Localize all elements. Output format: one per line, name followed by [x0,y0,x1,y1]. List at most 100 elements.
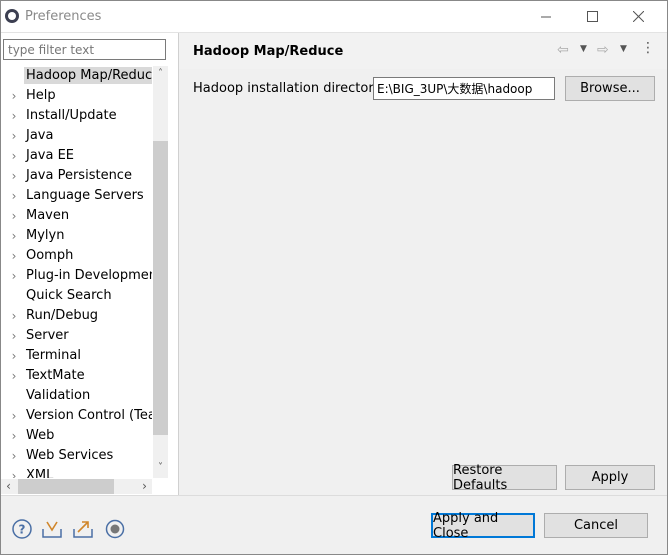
tree-item[interactable]: › XML [1,466,152,478]
page-body: Hadoop installation directory: Browse...… [179,69,667,495]
expand-chevron-icon[interactable]: › [9,426,19,446]
preference-tree: Hadoop Map/Reduce › Help › Install/Update › Ja… [1,66,152,478]
tree-item[interactable]: › TextMate [1,366,152,386]
tree-item[interactable]: Quick Search [1,286,152,306]
tree-item[interactable]: Hadoop Map/Reduce [1,66,152,86]
tree-vertical-scrollbar[interactable]: ˄ ˅ [153,66,168,478]
scroll-down-icon[interactable]: ˅ [153,462,168,473]
svg-text:?: ? [19,523,26,537]
tree-item[interactable]: › Run/Debug [1,306,152,326]
tree-item-label: Language Servers [26,188,144,203]
tree-item[interactable]: › Java Persistence [1,166,152,186]
tree-item[interactable]: › Mylyn [1,226,152,246]
tree-item[interactable]: › Language Servers [1,186,152,206]
tree-item[interactable]: › Server [1,326,152,346]
tree-item[interactable]: › Web Services [1,446,152,466]
tree-item-label: Install/Update [26,108,117,123]
minimize-icon [541,16,551,17]
export-icon[interactable] [72,518,94,540]
expand-chevron-icon[interactable]: › [9,126,19,146]
title-bar: Preferences [1,1,667,32]
tree-item[interactable]: › Version Control (Team) [1,406,152,426]
expand-chevron-icon[interactable]: › [9,186,19,206]
expand-chevron-icon[interactable]: › [9,246,19,266]
expand-chevron-icon[interactable]: › [9,86,19,106]
tree-item-label: Maven [26,208,70,223]
tree-item[interactable]: › Maven [1,206,152,226]
expand-chevron-icon[interactable]: › [9,106,19,126]
vertical-scroll-thumb[interactable] [153,141,168,435]
minimize-button[interactable] [523,1,569,32]
tree-item-label: Oomph [26,248,74,263]
expand-chevron-icon[interactable]: › [9,146,19,166]
back-dropdown-icon[interactable]: ▼ [580,44,587,54]
tree-item-label: TextMate [26,368,85,383]
tree-item-label: Hadoop Map/Reduce [24,67,152,84]
page-title: Hadoop Map/Reduce [193,44,344,59]
cancel-button[interactable]: Cancel [544,513,648,538]
import-icon[interactable] [41,518,63,540]
tree-horizontal-scrollbar[interactable]: ‹ › [1,479,152,494]
close-icon [632,11,644,22]
dialog-content: Hadoop Map/Reduce › Help › Install/Update › Ja… [1,32,667,495]
tree-item-label: Plug-in Development [26,268,152,283]
tree-item-label: Help [26,88,56,103]
help-icon[interactable]: ? [11,518,33,540]
install-dir-label: Hadoop installation directory: [193,81,385,96]
tree-item[interactable]: › Oomph [1,246,152,266]
tree-item[interactable]: › Java [1,126,152,146]
back-arrow-icon[interactable]: ⇦ [557,42,569,58]
scroll-up-icon[interactable]: ˄ [153,68,168,79]
tree-item[interactable]: › Web [1,426,152,446]
horizontal-scroll-thumb[interactable] [18,479,114,494]
filter-input[interactable] [3,39,166,60]
window-title: Preferences [25,9,102,24]
scroll-right-icon[interactable]: › [137,479,152,494]
expand-chevron-icon[interactable]: › [9,406,19,426]
tree-item[interactable]: Validation [1,386,152,406]
tree-item[interactable]: › Install/Update [1,106,152,126]
tree-item[interactable]: › Plug-in Development [1,266,152,286]
restore-defaults-button[interactable]: Restore Defaults [452,463,557,493]
tree-item-label: Java Persistence [26,168,132,183]
browse-button[interactable]: Browse... [565,76,655,101]
tree-item-label: Mylyn [26,228,65,243]
tree-item-label: XML [26,468,54,478]
tree-item[interactable]: › Terminal [1,346,152,366]
forward-dropdown-icon[interactable]: ▼ [620,44,627,54]
expand-chevron-icon[interactable]: › [9,266,19,286]
expand-chevron-icon[interactable]: › [9,446,19,466]
expand-chevron-icon[interactable]: › [9,206,19,226]
maximize-button[interactable] [569,1,615,32]
dialog-footer: ? Apply and Close Cancel [1,495,667,554]
expand-chevron-icon[interactable]: › [9,466,19,478]
tree-item-label: Web Services [26,448,114,463]
record-icon[interactable] [104,518,126,540]
apply-and-close-button[interactable]: Apply and Close [431,511,535,541]
close-button[interactable] [615,1,661,32]
tree-item-label: Version Control (Team) [26,408,152,423]
tree-item-label: Web [26,428,55,443]
preferences-window: Preferences Hadoop Map/Reduce › Help › Insta… [0,0,668,555]
forward-arrow-icon[interactable]: ⇨ [597,42,609,58]
eclipse-app-icon [5,9,19,23]
expand-chevron-icon[interactable]: › [9,366,19,386]
apply-button[interactable]: Apply [565,465,655,490]
tree-item-label: Run/Debug [26,308,99,323]
expand-chevron-icon[interactable]: › [9,326,19,346]
page-header: Hadoop Map/Reduce ⇦ ▼ ⇨ ▼ ⋮ [179,33,667,69]
tree-item-label: Java [26,128,54,143]
tree-item-label: Server [26,328,69,343]
maximize-icon [586,11,598,22]
tree-item-label: Java EE [26,148,75,163]
expand-chevron-icon[interactable]: › [9,166,19,186]
expand-chevron-icon[interactable]: › [9,306,19,326]
expand-chevron-icon[interactable]: › [9,346,19,366]
tree-item[interactable]: › Java EE [1,146,152,166]
scroll-left-icon[interactable]: ‹ [1,479,16,494]
install-dir-input[interactable] [373,77,555,100]
view-menu-icon[interactable]: ⋮ [641,40,655,56]
expand-chevron-icon[interactable]: › [9,226,19,246]
tree-item-label: Quick Search [26,288,112,303]
tree-item[interactable]: › Help [1,86,152,106]
